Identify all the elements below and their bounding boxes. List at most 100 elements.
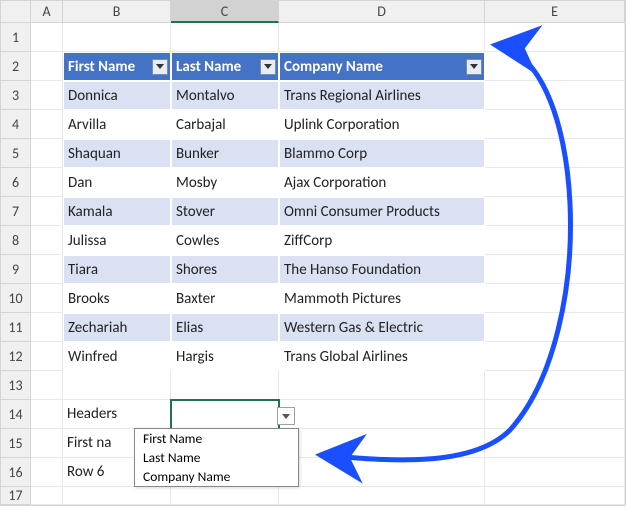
row-header-1[interactable]: 1	[1, 23, 31, 52]
cell-A10[interactable]	[31, 284, 63, 313]
filter-dropdown-icon[interactable]	[466, 59, 482, 75]
cell-E5[interactable]	[485, 139, 625, 168]
select-all-corner[interactable]	[1, 1, 31, 23]
cell-B17[interactable]	[63, 487, 171, 505]
cell-D13[interactable]	[279, 371, 485, 400]
table-cell[interactable]: Mammoth Pictures	[279, 284, 485, 313]
cell-E8[interactable]	[485, 226, 625, 255]
cell-E4[interactable]	[485, 110, 625, 139]
table-header-lastname[interactable]: Last Name	[171, 52, 279, 81]
cell-E1[interactable]	[485, 23, 625, 52]
dropdown-option[interactable]: First Name	[135, 429, 298, 448]
col-header-A[interactable]: A	[31, 1, 63, 23]
cell-E11[interactable]	[485, 313, 625, 342]
cell-A15[interactable]	[31, 429, 63, 458]
table-cell[interactable]: Trans Regional Airlines	[279, 81, 485, 110]
filter-dropdown-icon[interactable]	[152, 59, 168, 75]
table-cell[interactable]: The Hanso Foundation	[279, 255, 485, 284]
cell-C13[interactable]	[171, 371, 279, 400]
table-cell[interactable]: Carbajal	[171, 110, 279, 139]
table-cell[interactable]: Montalvo	[171, 81, 279, 110]
cell-A2[interactable]	[31, 52, 63, 81]
row-header-6[interactable]: 6	[1, 168, 31, 197]
table-header-company[interactable]: Company Name	[279, 52, 485, 81]
cell-D16[interactable]	[279, 458, 485, 487]
table-cell[interactable]: Omni Consumer Products	[279, 197, 485, 226]
table-cell[interactable]: Ajax Corporation	[279, 168, 485, 197]
col-header-D[interactable]: D	[279, 1, 485, 23]
col-header-B[interactable]: B	[63, 1, 171, 23]
cell-E13[interactable]	[485, 371, 625, 400]
cell-D14[interactable]	[279, 400, 485, 429]
cell-B13[interactable]	[63, 371, 171, 400]
table-cell[interactable]: Bunker	[171, 139, 279, 168]
cell-A13[interactable]	[31, 371, 63, 400]
cell-D1[interactable]	[279, 23, 485, 52]
cell-E14[interactable]	[485, 400, 625, 429]
cell-E15[interactable]	[485, 429, 625, 458]
table-cell[interactable]: Dan	[63, 168, 171, 197]
cell-E12[interactable]	[485, 342, 625, 371]
row-header-3[interactable]: 3	[1, 81, 31, 110]
table-cell[interactable]: Hargis	[171, 342, 279, 371]
table-cell[interactable]: Arvilla	[63, 110, 171, 139]
cell-A8[interactable]	[31, 226, 63, 255]
cell-A3[interactable]	[31, 81, 63, 110]
table-header-firstname[interactable]: First Name	[63, 52, 171, 81]
row-header-8[interactable]: 8	[1, 226, 31, 255]
row-header-10[interactable]: 10	[1, 284, 31, 313]
cell-E2[interactable]	[485, 52, 625, 81]
cell-A5[interactable]	[31, 139, 63, 168]
row-header-16[interactable]: 16	[1, 458, 31, 487]
table-cell[interactable]: Western Gas & Electric	[279, 313, 485, 342]
cell-A14[interactable]	[31, 400, 63, 429]
row-header-2[interactable]: 2	[1, 52, 31, 81]
table-cell[interactable]: Mosby	[171, 168, 279, 197]
cell-A6[interactable]	[31, 168, 63, 197]
cell-E6[interactable]	[485, 168, 625, 197]
table-cell[interactable]: Donnica	[63, 81, 171, 110]
cell-E7[interactable]	[485, 197, 625, 226]
col-header-C[interactable]: C	[171, 1, 279, 23]
table-cell[interactable]: Shaquan	[63, 139, 171, 168]
table-cell[interactable]: Kamala	[63, 197, 171, 226]
table-cell[interactable]: Brooks	[63, 284, 171, 313]
cell-A16[interactable]	[31, 458, 63, 487]
row-header-11[interactable]: 11	[1, 313, 31, 342]
row-header-17[interactable]: 17	[1, 487, 31, 505]
cell-A11[interactable]	[31, 313, 63, 342]
cell-E9[interactable]	[485, 255, 625, 284]
table-cell[interactable]: Shores	[171, 255, 279, 284]
row-header-4[interactable]: 4	[1, 110, 31, 139]
filter-dropdown-icon[interactable]	[260, 59, 276, 75]
cell-D17[interactable]	[279, 487, 485, 505]
cell-E10[interactable]	[485, 284, 625, 313]
cell-E3[interactable]	[485, 81, 625, 110]
table-cell[interactable]: ZiffCorp	[279, 226, 485, 255]
table-cell[interactable]: Blammo Corp	[279, 139, 485, 168]
table-cell[interactable]: Cowles	[171, 226, 279, 255]
table-cell[interactable]: Baxter	[171, 284, 279, 313]
dropdown-option[interactable]: Company Name	[135, 467, 298, 486]
table-cell[interactable]: Stover	[171, 197, 279, 226]
row-header-9[interactable]: 9	[1, 255, 31, 284]
row-header-12[interactable]: 12	[1, 342, 31, 371]
cell-E16[interactable]	[485, 458, 625, 487]
col-header-E[interactable]: E	[485, 1, 625, 23]
row-header-5[interactable]: 5	[1, 139, 31, 168]
cell-A1[interactable]	[31, 23, 63, 52]
row-header-13[interactable]: 13	[1, 371, 31, 400]
cell-A7[interactable]	[31, 197, 63, 226]
table-cell[interactable]: Winfred	[63, 342, 171, 371]
data-validation-dropdown-list[interactable]: First Name Last Name Company Name	[134, 428, 299, 487]
cell-B14[interactable]: Headers	[63, 400, 171, 429]
cell-A9[interactable]	[31, 255, 63, 284]
cell-A17[interactable]	[31, 487, 63, 505]
cell-C1[interactable]	[171, 23, 279, 52]
data-validation-dropdown-button[interactable]	[277, 407, 295, 425]
cell-E17[interactable]	[485, 487, 625, 505]
cell-C17[interactable]	[171, 487, 279, 505]
dropdown-option[interactable]: Last Name	[135, 448, 298, 467]
row-header-14[interactable]: 14	[1, 400, 31, 429]
table-cell[interactable]: Uplink Corporation	[279, 110, 485, 139]
